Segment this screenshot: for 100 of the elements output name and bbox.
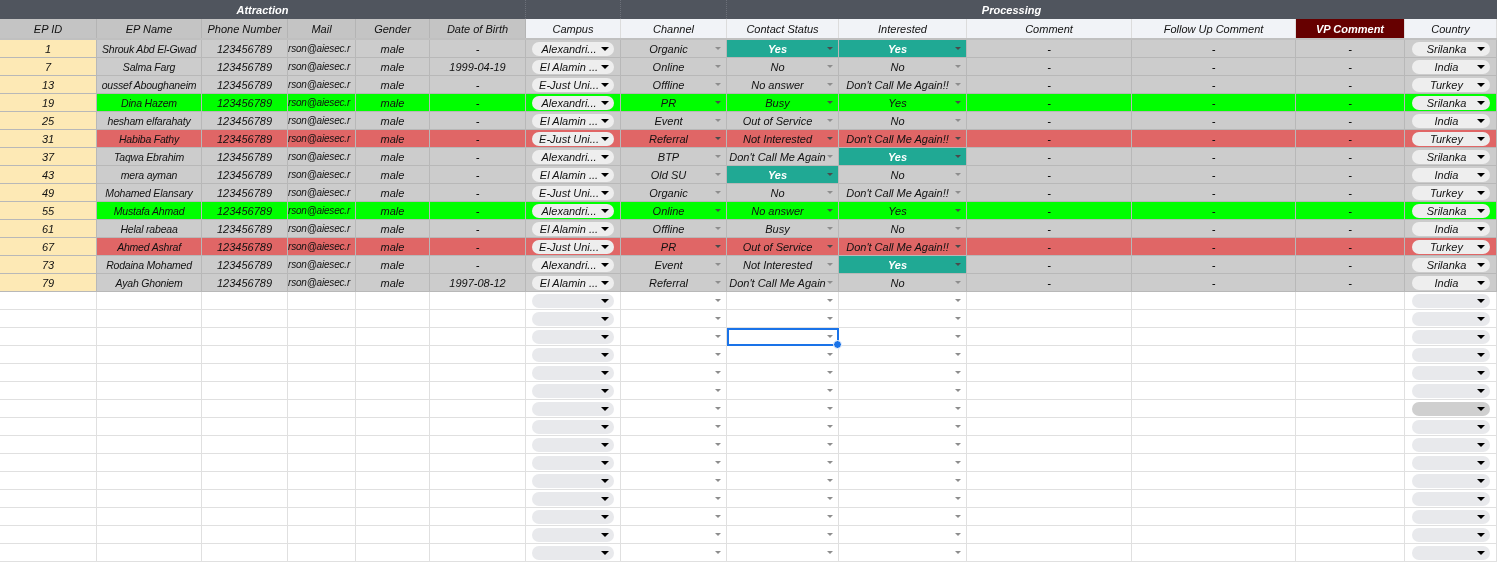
caret-icon[interactable]	[827, 335, 833, 338]
caret-icon	[827, 227, 833, 230]
table-cell: 1	[0, 40, 97, 58]
caret-icon[interactable]	[955, 497, 961, 500]
caret-icon[interactable]	[715, 425, 721, 428]
caret-icon	[1476, 208, 1485, 213]
caret-icon[interactable]	[827, 533, 833, 536]
table-cell: 7	[0, 58, 97, 76]
country-dropdown[interactable]: Turkey	[1411, 239, 1490, 254]
campus-dropdown[interactable]: El Alamin ...	[532, 59, 614, 74]
caret-icon[interactable]	[715, 317, 721, 320]
campus-dropdown[interactable]: E-Just Uni...	[532, 131, 614, 146]
country-dropdown[interactable]: Srilanka	[1411, 95, 1490, 110]
caret-icon	[1476, 262, 1485, 267]
caret-icon[interactable]	[955, 551, 961, 554]
caret-icon	[1476, 532, 1485, 537]
caret-icon[interactable]	[827, 443, 833, 446]
caret-icon	[715, 101, 721, 104]
caret-icon[interactable]	[715, 479, 721, 482]
country-dropdown[interactable]: Turkey	[1411, 185, 1490, 200]
column-header: Date of Birth	[430, 19, 526, 38]
caret-icon[interactable]	[827, 317, 833, 320]
caret-icon	[827, 65, 833, 68]
campus-dropdown[interactable]: El Alamin ...	[532, 221, 614, 236]
caret-icon[interactable]	[715, 443, 721, 446]
caret-icon[interactable]	[715, 533, 721, 536]
caret-icon[interactable]	[827, 353, 833, 356]
campus-dropdown[interactable]: E-Just Uni...	[532, 77, 614, 92]
campus-dropdown[interactable]: El Alamin ...	[532, 275, 614, 290]
caret-icon	[601, 460, 609, 465]
caret-icon[interactable]	[715, 551, 721, 554]
caret-icon[interactable]	[715, 353, 721, 356]
caret-icon[interactable]	[827, 389, 833, 392]
campus-dropdown[interactable]: El Alamin ...	[532, 167, 614, 182]
caret-icon[interactable]	[955, 515, 961, 518]
caret-icon[interactable]	[955, 317, 961, 320]
country-dropdown[interactable]: Srilanka	[1411, 203, 1490, 218]
caret-icon[interactable]	[955, 299, 961, 302]
caret-icon[interactable]	[955, 335, 961, 338]
caret-icon[interactable]	[955, 389, 961, 392]
column-header: Comment	[967, 19, 1132, 38]
country-dropdown[interactable]: Srilanka	[1411, 41, 1490, 56]
caret-icon[interactable]	[955, 407, 961, 410]
caret-icon[interactable]	[715, 335, 721, 338]
caret-icon[interactable]	[715, 299, 721, 302]
column-header: Campus	[526, 19, 621, 38]
caret-icon[interactable]	[955, 353, 961, 356]
caret-icon[interactable]	[715, 515, 721, 518]
selected-cell[interactable]	[727, 328, 839, 346]
country-dropdown[interactable]: India	[1411, 59, 1490, 74]
caret-icon[interactable]	[715, 407, 721, 410]
caret-icon	[1476, 514, 1485, 519]
caret-icon[interactable]	[715, 497, 721, 500]
column-header: VP Comment	[1296, 19, 1405, 38]
campus-dropdown[interactable]: El Alamin ...	[532, 113, 614, 128]
campus-dropdown[interactable]: Alexandri...	[532, 203, 614, 218]
campus-dropdown[interactable]: Alexandri...	[532, 95, 614, 110]
caret-icon[interactable]	[715, 389, 721, 392]
caret-icon[interactable]	[827, 497, 833, 500]
campus-dropdown[interactable]: E-Just Uni...	[532, 239, 614, 254]
caret-icon	[601, 154, 609, 159]
caret-icon[interactable]	[827, 515, 833, 518]
table-cell: 67	[0, 238, 97, 256]
country-dropdown[interactable]: India	[1411, 221, 1490, 236]
caret-icon[interactable]	[955, 371, 961, 374]
campus-dropdown[interactable]: E-Just Uni...	[532, 185, 614, 200]
country-dropdown[interactable]: Srilanka	[1411, 257, 1490, 272]
table-cell: 55	[0, 202, 97, 220]
caret-icon	[827, 47, 833, 50]
campus-dropdown[interactable]: Alexandri...	[532, 149, 614, 164]
caret-icon[interactable]	[955, 461, 961, 464]
caret-icon[interactable]	[715, 371, 721, 374]
caret-icon[interactable]	[955, 425, 961, 428]
country-dropdown[interactable]: Turkey	[1411, 131, 1490, 146]
caret-icon	[1476, 82, 1485, 87]
country-dropdown[interactable]: India	[1411, 167, 1490, 182]
caret-icon	[1476, 496, 1485, 501]
caret-icon[interactable]	[827, 551, 833, 554]
caret-icon	[601, 370, 609, 375]
caret-icon[interactable]	[827, 299, 833, 302]
caret-icon	[955, 281, 961, 284]
caret-icon[interactable]	[715, 461, 721, 464]
caret-icon	[715, 281, 721, 284]
caret-icon	[827, 281, 833, 284]
country-dropdown[interactable]: Turkey	[1411, 77, 1490, 92]
caret-icon[interactable]	[827, 371, 833, 374]
country-dropdown[interactable]: India	[1411, 275, 1490, 290]
caret-icon[interactable]	[955, 479, 961, 482]
caret-icon[interactable]	[827, 479, 833, 482]
caret-icon[interactable]	[955, 443, 961, 446]
caret-icon[interactable]	[827, 407, 833, 410]
campus-dropdown[interactable]: Alexandri...	[532, 257, 614, 272]
caret-icon[interactable]	[827, 425, 833, 428]
caret-icon	[1476, 136, 1485, 141]
country-dropdown[interactable]: Srilanka	[1411, 149, 1490, 164]
campus-dropdown[interactable]: Alexandri...	[532, 41, 614, 56]
caret-icon[interactable]	[955, 533, 961, 536]
country-dropdown[interactable]: India	[1411, 113, 1490, 128]
caret-icon[interactable]	[827, 461, 833, 464]
caret-icon	[1476, 388, 1485, 393]
